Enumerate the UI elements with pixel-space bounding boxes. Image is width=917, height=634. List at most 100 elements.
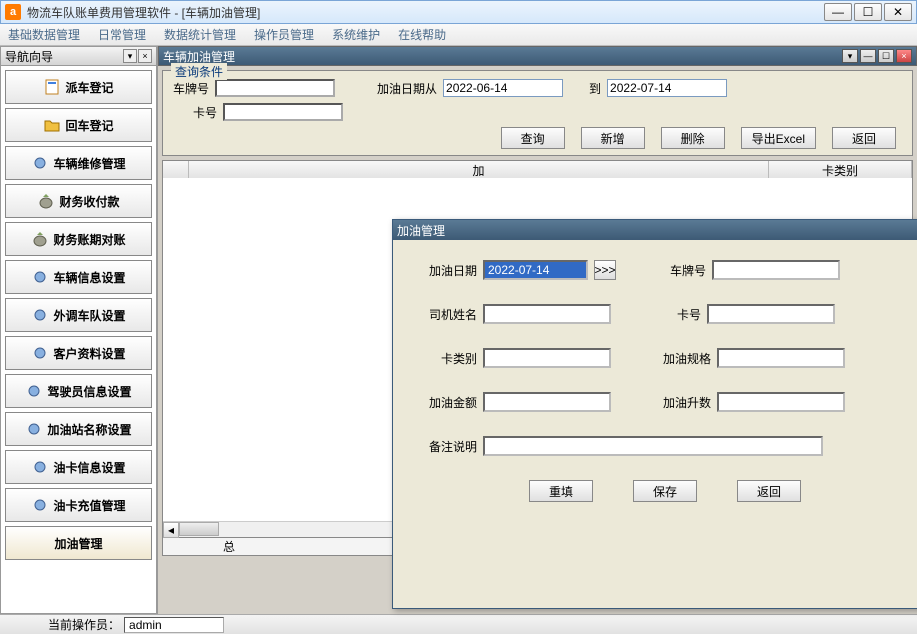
grid-header: 加 卡类别 — [162, 160, 913, 178]
status-operator-label: 当前操作员： — [48, 616, 120, 633]
wrench-icon — [31, 154, 49, 172]
content-area: 车辆加油管理 ▾ — ☐ × 查询条件 车牌号 加油日期从 到 — [158, 46, 917, 614]
export-excel-button[interactable]: 导出Excel — [741, 127, 816, 149]
driver-label: 司机姓名 — [417, 306, 477, 323]
totals-label: 总 — [223, 538, 235, 555]
dialog-back-button[interactable]: 返回 — [737, 480, 801, 502]
gear-icon — [31, 344, 49, 362]
query-legend: 查询条件 — [171, 63, 227, 80]
gear-icon — [31, 458, 49, 476]
amount-label: 加油金额 — [417, 394, 477, 411]
menu-daily[interactable]: 日常管理 — [98, 26, 146, 43]
card-input[interactable] — [223, 103, 343, 121]
scroll-thumb[interactable] — [179, 522, 219, 536]
mdi-title-text: 车辆加油管理 — [163, 48, 235, 65]
refuel-date-input[interactable] — [483, 260, 588, 280]
menu-help[interactable]: 在线帮助 — [398, 26, 446, 43]
mdi-close-button[interactable]: × — [896, 49, 912, 63]
grid-rowhead — [163, 161, 189, 179]
cardtype-input[interactable] — [483, 348, 611, 368]
card-label: 卡号 — [193, 104, 217, 121]
gear-icon — [31, 306, 49, 324]
money-bag-icon — [37, 192, 55, 210]
gear-icon — [25, 382, 43, 400]
money-bag-icon — [31, 230, 49, 248]
mdi-restore-button[interactable]: ☐ — [878, 49, 894, 63]
plate-label: 车牌号 — [173, 80, 209, 97]
menubar: 基础数据管理 日常管理 数据统计管理 操作员管理 系统维护 在线帮助 — [0, 24, 917, 46]
statusbar: 当前操作员： admin — [0, 614, 917, 634]
date-to-input[interactable] — [607, 79, 727, 97]
nav-oilcard-info[interactable]: 油卡信息设置 — [5, 450, 152, 484]
app-icon: a — [5, 4, 21, 20]
remark-label: 备注说明 — [417, 438, 477, 455]
amount-input[interactable] — [483, 392, 611, 412]
nav-finance-pay[interactable]: 财务收付款 — [5, 184, 152, 218]
date-to-label: 到 — [589, 80, 601, 97]
mdi-dropdown-button[interactable]: ▾ — [842, 49, 858, 63]
nav-station-name[interactable]: 加油站名称设置 — [5, 412, 152, 446]
driver-input[interactable] — [483, 304, 611, 324]
nav-vehicle-info[interactable]: 车辆信息设置 — [5, 260, 152, 294]
back-button[interactable]: 返回 — [832, 127, 896, 149]
dialog-titlebar[interactable]: 加油管理 ▾ — ☐ × — [393, 220, 917, 240]
nav-header: 导航向导 ▾ × — [0, 46, 157, 66]
window-title: 物流车队账单费用管理软件 - [车辆加油管理] — [27, 4, 260, 21]
dialog-card-label: 卡号 — [653, 306, 701, 323]
menu-stats[interactable]: 数据统计管理 — [164, 26, 236, 43]
nav-customer-info[interactable]: 客户资料设置 — [5, 336, 152, 370]
nav-dispatch-register[interactable]: 派车登记 — [5, 70, 152, 104]
reset-button[interactable]: 重填 — [529, 480, 593, 502]
spec-input[interactable] — [717, 348, 845, 368]
plate-input[interactable] — [215, 79, 335, 97]
query-fieldset: 查询条件 车牌号 加油日期从 到 卡号 查询 新增 删除 导出Excel — [162, 70, 913, 156]
date-picker-button[interactable]: >>> — [594, 260, 616, 280]
liter-input[interactable] — [717, 392, 845, 412]
menu-operator[interactable]: 操作员管理 — [254, 26, 314, 43]
grid-col-cardtype[interactable]: 卡类别 — [769, 161, 912, 179]
window-close-button[interactable]: ✕ — [884, 3, 912, 21]
nav-finance-reconcile[interactable]: 财务账期对账 — [5, 222, 152, 256]
save-button[interactable]: 保存 — [633, 480, 697, 502]
folder-icon — [43, 116, 61, 134]
dialog-title: 加油管理 — [397, 222, 445, 239]
status-operator-value: admin — [124, 617, 224, 633]
mdi-titlebar: 车辆加油管理 ▾ — ☐ × — [158, 46, 917, 66]
dialog-card-input[interactable] — [707, 304, 835, 324]
nav-header-label: 导航向导 — [5, 48, 53, 65]
refuel-dialog: 加油管理 ▾ — ☐ × 加油日期 >>> 车牌号 司机 — [392, 219, 917, 609]
query-button[interactable]: 查询 — [501, 127, 565, 149]
cardtype-label: 卡类别 — [417, 350, 477, 367]
gear-icon — [31, 496, 49, 514]
refuel-date-label: 加油日期 — [417, 262, 477, 279]
window-maximize-button[interactable]: ☐ — [854, 3, 882, 21]
delete-button[interactable]: 删除 — [661, 127, 725, 149]
nav-oilcard-recharge[interactable]: 油卡充值管理 — [5, 488, 152, 522]
date-from-input[interactable] — [443, 79, 563, 97]
nav-return-register[interactable]: 回车登记 — [5, 108, 152, 142]
window-minimize-button[interactable]: — — [824, 3, 852, 21]
dialog-plate-label: 车牌号 — [658, 262, 706, 279]
add-button[interactable]: 新增 — [581, 127, 645, 149]
scroll-left-icon[interactable]: ◂ — [163, 522, 179, 538]
grid-col-1[interactable]: 加 — [189, 161, 769, 179]
window-titlebar: a 物流车队账单费用管理软件 - [车辆加油管理] — ☐ ✕ — [0, 0, 917, 24]
nav-repair-manage[interactable]: 车辆维修管理 — [5, 146, 152, 180]
nav-sidebar: 导航向导 ▾ × 派车登记 回车登记 车辆维修管理 财务收付款 财务账期对账 车… — [0, 46, 158, 614]
gear-icon — [25, 420, 43, 438]
nav-close-icon[interactable]: × — [138, 49, 152, 63]
remark-input[interactable] — [483, 436, 823, 456]
spec-label: 加油规格 — [653, 350, 711, 367]
date-from-label: 加油日期从 — [377, 80, 437, 97]
gear-icon — [31, 268, 49, 286]
dialog-plate-input[interactable] — [712, 260, 840, 280]
nav-dropdown-icon[interactable]: ▾ — [123, 49, 137, 63]
nav-driver-info[interactable]: 驾驶员信息设置 — [5, 374, 152, 408]
nav-external-fleet[interactable]: 外调车队设置 — [5, 298, 152, 332]
menu-system[interactable]: 系统维护 — [332, 26, 380, 43]
menu-basic-data[interactable]: 基础数据管理 — [8, 26, 80, 43]
liter-label: 加油升数 — [653, 394, 711, 411]
nav-refuel-manage[interactable]: 加油管理 — [5, 526, 152, 560]
mdi-minimize-button[interactable]: — — [860, 49, 876, 63]
clipboard-icon — [43, 78, 61, 96]
